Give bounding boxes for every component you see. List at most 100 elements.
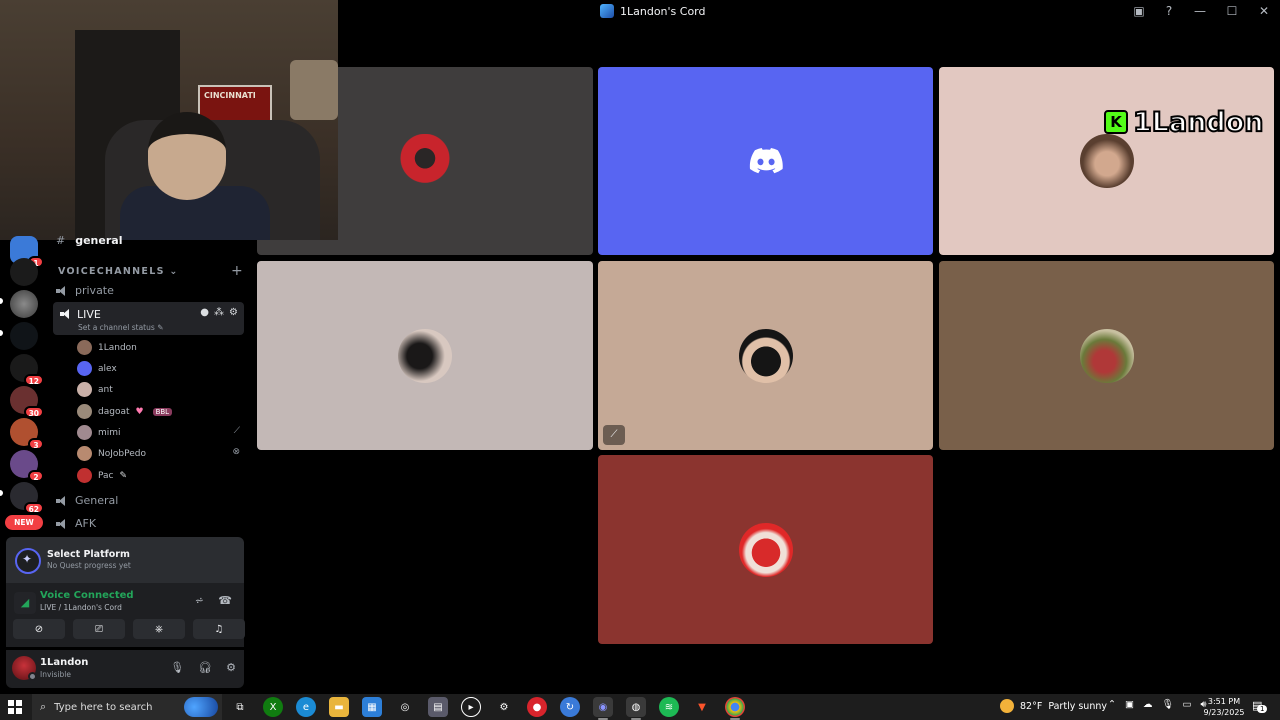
voice-member[interactable]: 1Landon — [77, 340, 137, 355]
edge-icon[interactable]: e — [296, 697, 316, 717]
voice-channel[interactable]: General — [56, 494, 118, 507]
microphone-icon[interactable]: 🎙︎ — [1161, 699, 1173, 710]
partly-sunny-icon — [1000, 699, 1014, 713]
chrome-icon[interactable] — [725, 697, 745, 720]
noise-suppression-icon[interactable]: ⩫ — [195, 594, 204, 607]
voice-status-panel: ◢ Voice Connected LIVE / 1Landon's Cord … — [6, 583, 245, 647]
voice-status[interactable]: Voice Connected — [40, 590, 134, 601]
status-indicator — [28, 672, 37, 681]
video-tile[interactable] — [257, 261, 593, 450]
video-tile[interactable]: ⟋ — [598, 261, 933, 450]
signal-icon[interactable]: ◢ — [14, 592, 36, 614]
quest-card[interactable]: Select Platform No Quest progress yet — [6, 537, 244, 583]
obs-icon[interactable]: ◎ — [395, 697, 415, 717]
video-tile[interactable] — [598, 67, 933, 255]
new-badge[interactable]: NEW — [5, 515, 43, 530]
voice-member[interactable]: alex — [77, 361, 117, 376]
cloud-icon[interactable]: ☁ — [1143, 699, 1153, 710]
voice-member[interactable]: NoJobPedo — [77, 446, 146, 461]
gear-icon[interactable]: ⚙ — [226, 661, 236, 674]
voice-member[interactable]: ant — [77, 382, 113, 397]
store-icon[interactable]: ▦ — [362, 697, 382, 717]
microphone-icon[interactable]: 🎙︎ — [170, 661, 184, 674]
headphones-icon[interactable]: 🎧︎ — [198, 661, 212, 674]
search-highlight-image — [184, 697, 218, 717]
app-blue-icon[interactable]: ↻ — [560, 697, 580, 717]
gear-icon[interactable]: ⚙ — [229, 307, 238, 318]
taskbar-clock[interactable]: 3:51 PM 9/23/2025 — [1200, 696, 1248, 718]
maximize-button[interactable]: ☐ — [1216, 0, 1248, 22]
discord-app-icon[interactable]: ◉ — [593, 697, 613, 720]
video-tile[interactable] — [939, 261, 1274, 450]
chat-icon[interactable]: ● — [200, 307, 209, 318]
member-tag: BBL — [152, 407, 173, 416]
user-status: Invisible — [40, 670, 71, 679]
soundboard-button[interactable]: ♫ — [193, 619, 245, 639]
task-view-icon[interactable]: ⧉ — [230, 697, 250, 717]
server-icon[interactable]: 3 — [10, 418, 44, 450]
avatar — [77, 361, 92, 376]
mention-badge: 12 — [23, 374, 44, 386]
add-channel-icon[interactable]: + — [231, 263, 244, 279]
speaker-icon — [56, 285, 68, 296]
mention-badge: 30 — [23, 406, 44, 418]
soundboard-icon: ♫ — [214, 623, 224, 635]
media-player-icon[interactable]: ▸ — [461, 697, 481, 717]
server-icon[interactable]: 62 — [10, 482, 44, 514]
voice-channel-active[interactable]: LIVE Set a channel status ✎ ● ⁂ ⚙ — [53, 302, 244, 335]
server-icon[interactable] — [10, 322, 38, 350]
taskbar-apps: ⧉ X e ▬ ▦ ◎ ▤ ▸ ⚙ ● ↻ ◉ ◍ ≋ ▼ — [230, 697, 745, 720]
avatar — [77, 382, 92, 397]
file-explorer-icon[interactable]: ▬ — [329, 697, 349, 717]
settings-icon[interactable]: ⚙ — [494, 697, 514, 717]
voice-location[interactable]: LIVE / 1Landon's Cord — [40, 603, 122, 612]
voice-channel[interactable]: private — [56, 284, 114, 297]
webcam-overlay: CINCINNATI — [0, 0, 338, 240]
deafened-icon: ⟋ — [233, 426, 240, 436]
xbox-app-icon[interactable]: X — [263, 697, 283, 717]
channel-list: # general VOICECHANNELS ⌄ + private LIVE… — [48, 234, 250, 536]
voice-actions: ⊘ ⎚ ⎈ ♫ — [13, 619, 245, 639]
server-icon[interactable] — [10, 258, 38, 286]
brave-icon[interactable]: ▼ — [692, 697, 712, 717]
notification-center-icon[interactable]: ▤1 — [1252, 699, 1268, 713]
screen-share-button[interactable]: ⎚ — [73, 619, 125, 639]
voice-member[interactable]: mimi — [77, 425, 121, 440]
avatar — [77, 425, 92, 440]
voice-channel[interactable]: AFK — [56, 517, 96, 530]
obs-studio-icon[interactable]: ◍ — [626, 697, 646, 720]
app-red-icon[interactable]: ● — [527, 697, 547, 717]
kick-logo-icon: K — [1104, 110, 1128, 134]
minimize-button[interactable]: — — [1184, 0, 1216, 22]
calculator-icon[interactable]: ▤ — [428, 697, 448, 717]
help-icon[interactable]: ? — [1154, 0, 1184, 22]
weather-widget[interactable]: 82°F Partly sunny — [1000, 699, 1107, 713]
disconnect-icon[interactable]: ☎ — [218, 594, 232, 607]
text-channel[interactable]: # general — [56, 234, 122, 247]
inbox-icon[interactable]: ▣ — [1124, 0, 1154, 22]
voice-member[interactable]: dagoat ♥ BBL — [77, 404, 173, 419]
category-header[interactable]: VOICECHANNELS ⌄ + — [58, 263, 244, 279]
server-icon[interactable]: 12 — [10, 354, 44, 386]
voice-member[interactable]: Pac ✎ — [77, 468, 127, 483]
username[interactable]: 1Landon — [40, 657, 88, 668]
close-button[interactable]: ✕ — [1248, 0, 1280, 22]
taskbar-search[interactable]: ⌕ Type here to search — [32, 694, 222, 720]
video-tile[interactable] — [598, 455, 933, 644]
server-icon[interactable]: 30 — [10, 386, 44, 418]
participant-avatar — [398, 134, 452, 188]
video-tile[interactable] — [939, 67, 1274, 255]
channel-status[interactable]: Set a channel status ✎ — [78, 323, 163, 332]
network-icon[interactable]: ▭ — [1183, 699, 1192, 710]
windows-start-icon[interactable] — [8, 700, 22, 714]
camera-off-button[interactable]: ⊘ — [13, 619, 65, 639]
server-icon[interactable]: 2 — [10, 450, 44, 482]
server-rail: 1 12 30 3 2 62 NEW — [0, 236, 48, 534]
overlay-name: 1Landon — [1132, 106, 1265, 139]
tray-app-icon[interactable]: ▣ — [1125, 699, 1134, 710]
activities-button[interactable]: ⎈ — [133, 619, 185, 639]
invite-icon[interactable]: ⁂ — [214, 307, 224, 318]
chevron-up-icon[interactable]: ⌃ — [1108, 699, 1116, 710]
spotify-icon[interactable]: ≋ — [659, 697, 679, 717]
server-icon[interactable] — [10, 290, 38, 318]
